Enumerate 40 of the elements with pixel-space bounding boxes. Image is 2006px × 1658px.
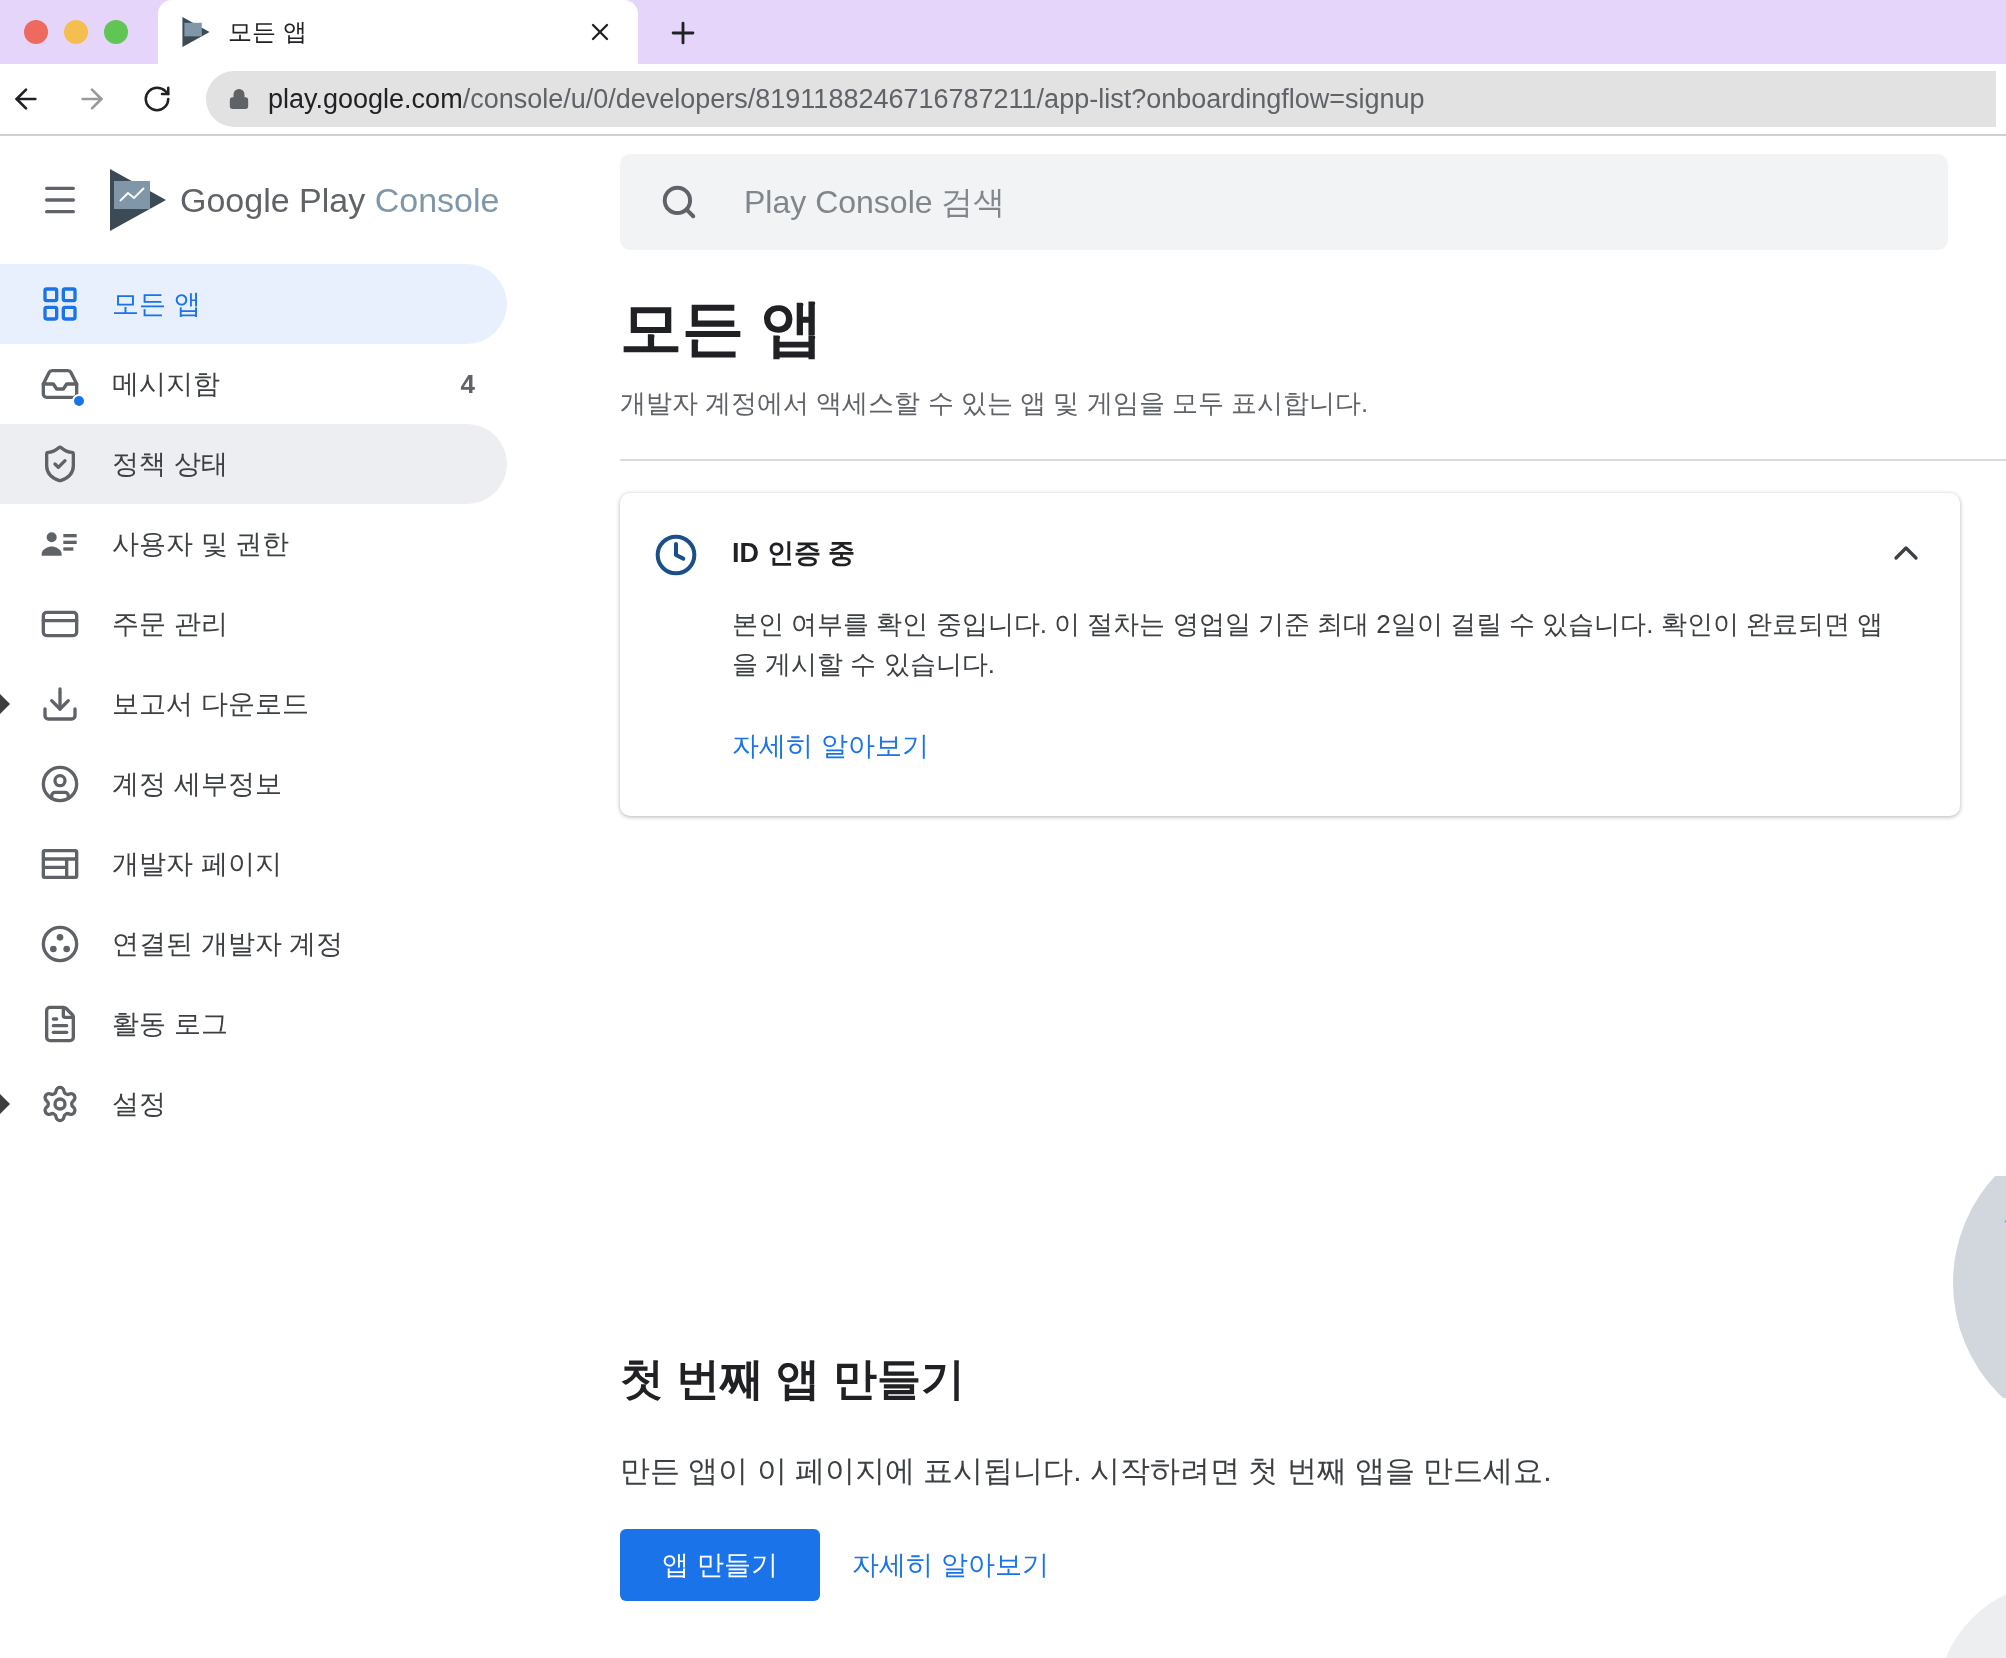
empty-state-text: 만든 앱이 이 페이지에 표시됩니다. 시작하려면 첫 번째 앱을 만드세요. [620, 1453, 1553, 1489]
empty-state-title: 첫 번째 앱 만들기 [620, 1353, 966, 1405]
notice-title: ID 인증 중 [732, 537, 856, 570]
notice-text: 본인 여부를 확인 중입니다. 이 절차는 영업일 기준 최대 2일이 걸릴 수 있습니다. 확인이 완료되면 앱을 게시할 수 있습니다. [732, 607, 1885, 681]
page-title: 모든 앱 [620, 292, 825, 364]
address-bar[interactable]: play.google.com/console/u/0/developers/8191188246716787211/app-list?onboardingflow=signup [206, 71, 1996, 127]
play-console-logo[interactable]: Google Play Console [110, 169, 500, 231]
search-field[interactable]: Play Console 검색 [620, 154, 1948, 250]
message-count: 4 [460, 367, 475, 401]
create-app-button[interactable]: 앱 만들기 [620, 1529, 820, 1601]
expand-arrow-icon[interactable] [0, 694, 10, 714]
search-icon [660, 183, 698, 221]
tab-title: 모든 앱 [228, 17, 308, 47]
tab-favicon-icon [182, 17, 210, 47]
sidebar-item[interactable]: 메시지함 4 [0, 344, 507, 424]
sidebar-item[interactable]: 보고서 다운로드 [0, 664, 507, 744]
search-input[interactable]: Play Console 검색 [744, 178, 1948, 226]
play-console-logo-icon [110, 169, 166, 231]
expand-arrow-icon[interactable] [0, 1094, 10, 1114]
sidebar-item[interactable]: 정책 상태 [0, 424, 507, 504]
sidebar-item[interactable]: 활동 로그 [0, 984, 507, 1064]
sidebar-item[interactable]: 모든 앱 [0, 264, 507, 344]
download-icon [40, 684, 80, 724]
clock-icon [654, 533, 698, 577]
grid-icon [40, 284, 80, 324]
settings-icon [40, 1084, 80, 1124]
browser-tab[interactable]: 모든 앱 [158, 0, 638, 64]
sidebar-item[interactable]: 주문 관리 [0, 584, 507, 664]
learn-more-link[interactable]: 자세히 알아보기 [852, 1544, 1049, 1586]
reload-icon[interactable] [142, 84, 172, 114]
learn-more-link[interactable]: 자세히 알아보기 [732, 725, 929, 766]
dots-circle-icon [40, 924, 80, 964]
user-circle-icon [40, 764, 80, 804]
sidebar-item[interactable]: 계정 세부정보 [0, 744, 507, 824]
page-subtitle: 개발자 계정에서 액세스할 수 있는 앱 및 게임을 모두 표시합니다. [620, 387, 1370, 420]
sidebar-item[interactable]: 연결된 개발자 계정 [0, 904, 507, 984]
lock-icon [228, 88, 250, 110]
sidebar-item[interactable]: 사용자 및 권한 [0, 504, 507, 584]
sidebar-item[interactable]: 개발자 페이지 [0, 824, 507, 904]
sidebar-item[interactable]: 설정 [0, 1064, 507, 1144]
